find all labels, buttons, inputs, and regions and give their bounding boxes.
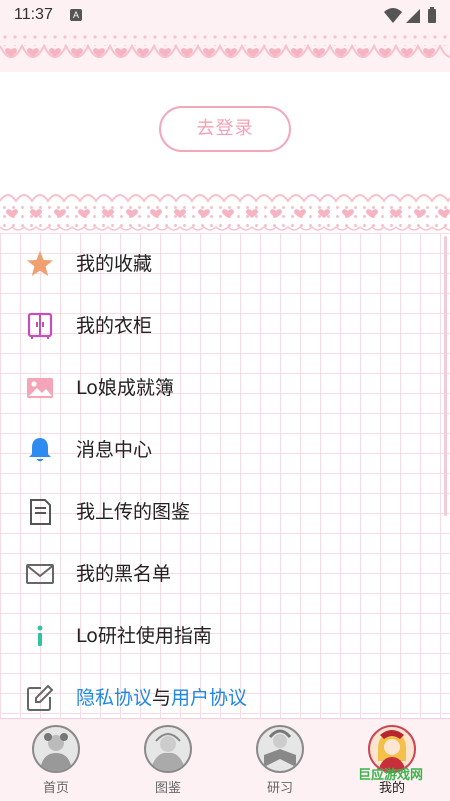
lace-border-top — [0, 32, 450, 72]
signal-icon — [406, 9, 420, 23]
wifi-icon — [384, 8, 402, 23]
status-icons — [382, 7, 442, 29]
agreement-connector: 与 — [152, 687, 172, 709]
login-button[interactable]: 去登录 — [159, 106, 291, 152]
tab-label: 首页 — [42, 781, 69, 796]
tab-label: 图鉴 — [154, 781, 181, 796]
star-icon — [27, 251, 53, 276]
menu-item-label: 消息中心 — [76, 439, 153, 461]
menu-item-uploads[interactable]: 我上传的图鉴 — [0, 481, 450, 543]
lace-border-middle — [0, 185, 450, 233]
agreement-text: 隐私协议与用户协议 — [76, 685, 247, 711]
image-icon — [27, 378, 53, 398]
tab-mine[interactable]: 我的 — [336, 719, 448, 801]
menu-item-messages[interactable]: 消息中心 — [0, 419, 450, 481]
menu-list: 我的收藏 我的衣柜 Lo娘成就簿 消息中心 我上传的图鉴 我的黑名单 Lo研社使… — [0, 233, 450, 718]
tab-home[interactable]: 首页 — [0, 719, 112, 801]
tab-study[interactable]: 研习 — [224, 719, 336, 801]
bell-icon — [29, 438, 51, 462]
menu-item-guide[interactable]: Lo研社使用指南 — [0, 605, 450, 667]
privacy-policy-link[interactable]: 隐私协议 — [76, 687, 152, 709]
tab-catalog[interactable]: 图鉴 — [112, 719, 224, 801]
notification-badge-icon: A — [70, 9, 82, 21]
info-icon — [37, 625, 43, 646]
menu-item-label: Lo研社使用指南 — [76, 625, 212, 647]
watermark: 巨应游戏网 — [358, 768, 424, 783]
tab-label: 研习 — [266, 781, 293, 796]
catalog-avatar-icon — [144, 725, 192, 773]
user-agreement-link[interactable]: 用户协议 — [171, 687, 247, 709]
edit-icon — [27, 684, 54, 711]
menu-item-favorites[interactable]: 我的收藏 — [0, 233, 450, 295]
menu-item-label: Lo娘成就簿 — [76, 377, 174, 399]
menu-item-label: 我上传的图鉴 — [76, 501, 191, 523]
menu-item-label: 我的衣柜 — [76, 315, 153, 337]
study-avatar-icon — [256, 725, 304, 773]
menu-item-achievements[interactable]: Lo娘成就簿 — [0, 357, 450, 419]
scrollbar[interactable] — [444, 236, 447, 516]
status-bar: 11:37 A — [0, 0, 450, 32]
status-time: 11:37 — [14, 6, 53, 23]
menu-item-blacklist[interactable]: 我的黑名单 — [0, 543, 450, 605]
bottom-tab-bar: 首页 图鉴 研习 我的 — [0, 718, 450, 801]
document-icon — [30, 499, 51, 525]
menu-item-wardrobe[interactable]: 我的衣柜 — [0, 295, 450, 357]
menu-item-label: 我的收藏 — [76, 253, 153, 275]
mail-icon — [26, 564, 54, 584]
menu-item-label: 我的黑名单 — [76, 563, 172, 585]
home-avatar-icon — [32, 725, 80, 773]
wardrobe-icon — [27, 312, 53, 339]
battery-icon — [428, 7, 436, 23]
